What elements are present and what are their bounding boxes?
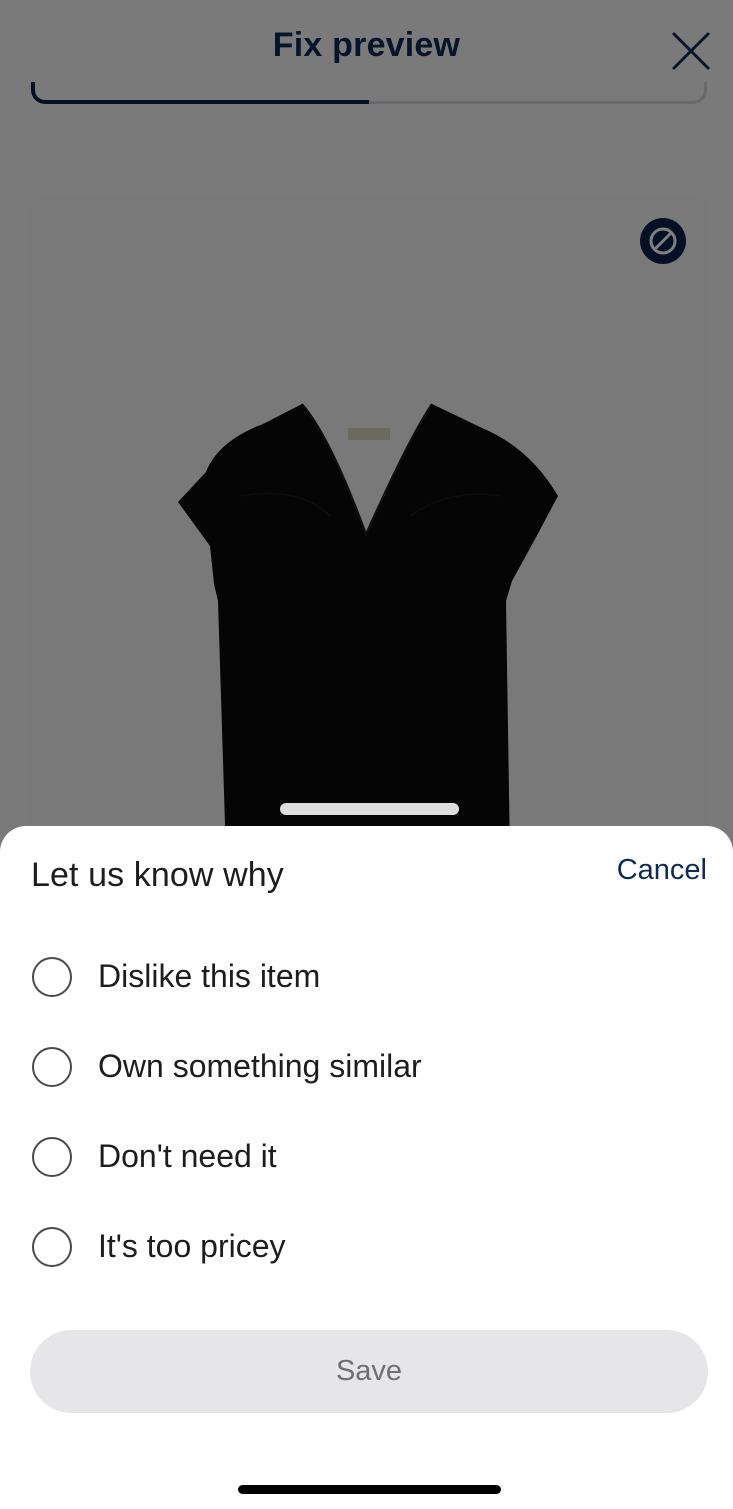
cancel-button[interactable]: Cancel <box>617 854 707 887</box>
sheet-title: Let us know why <box>31 856 284 894</box>
option-label: Dislike this item <box>98 958 321 994</box>
home-indicator[interactable] <box>238 1485 501 1494</box>
radio-button[interactable] <box>32 1047 72 1087</box>
option-own-similar[interactable]: Own something similar <box>31 1037 691 1097</box>
option-label: It's too pricey <box>98 1228 286 1264</box>
option-label: Own something similar <box>98 1048 422 1084</box>
option-label: Don't need it <box>98 1138 277 1174</box>
save-button[interactable]: Save <box>30 1330 708 1413</box>
sheet-grabber[interactable] <box>280 803 459 815</box>
radio-button[interactable] <box>32 1137 72 1177</box>
option-dislike[interactable]: Dislike this item <box>31 947 691 1007</box>
option-too-pricey[interactable]: It's too pricey <box>31 1217 691 1277</box>
radio-button[interactable] <box>32 957 72 997</box>
option-dont-need[interactable]: Don't need it <box>31 1127 691 1187</box>
reason-sheet: Let us know why Cancel Dislike this item… <box>0 826 733 1509</box>
radio-button[interactable] <box>32 1227 72 1267</box>
